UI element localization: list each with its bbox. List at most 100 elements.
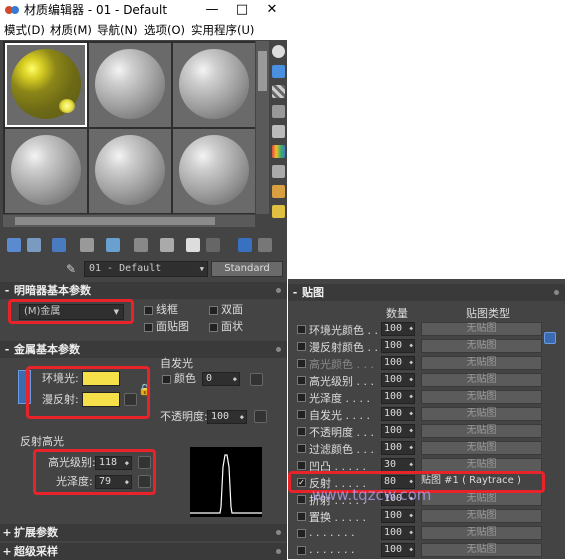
material-id-channel-icon[interactable]: [160, 238, 174, 252]
make-unique-icon[interactable]: [106, 238, 120, 252]
window-title: 材质编辑器 - 01 - Default: [24, 3, 168, 17]
sample-slot-1[interactable]: [5, 43, 87, 127]
map-slot-button[interactable]: 无贴图: [421, 407, 542, 421]
map-slot-button[interactable]: 无贴图: [421, 509, 542, 523]
map-slot-button[interactable]: 无贴图: [421, 373, 542, 387]
opacity-map-button[interactable]: [254, 410, 267, 423]
map-amount-spinner[interactable]: 100 ◆: [381, 543, 415, 557]
select-by-material-icon[interactable]: [272, 185, 285, 198]
close-button[interactable]: ✕: [257, 0, 287, 20]
make-preview-icon[interactable]: [272, 145, 285, 158]
map-enable-checkbox[interactable]: [297, 410, 306, 419]
map-amount-spinner[interactable]: 100 ◆: [381, 322, 415, 336]
sample-slot-2[interactable]: [89, 43, 171, 127]
sample-slot-4[interactable]: [5, 129, 87, 213]
menu-navigation[interactable]: 导航(N): [97, 20, 138, 40]
metal-rollout-header[interactable]: - 金属基本参数: [0, 341, 287, 358]
backlight-icon[interactable]: [272, 65, 285, 78]
map-slot-button[interactable]: 无贴图: [421, 492, 542, 506]
map-enable-checkbox[interactable]: [297, 342, 306, 351]
put-to-scene-icon[interactable]: [27, 238, 41, 252]
show-end-result-icon[interactable]: [206, 238, 220, 252]
maps-rollout-header[interactable]: - 贴图: [288, 284, 565, 301]
map-amount-spinner[interactable]: 100 ◆: [381, 441, 415, 455]
map-enable-checkbox[interactable]: [297, 512, 306, 521]
map-amount-spinner[interactable]: 100 ◆: [381, 424, 415, 438]
background-pattern-icon[interactable]: [272, 85, 285, 98]
material-type-button[interactable]: Standard: [211, 261, 283, 277]
map-slot-button[interactable]: 无贴图: [421, 458, 542, 472]
map-enable-checkbox[interactable]: [297, 444, 306, 453]
map-amount-spinner[interactable]: 100 ◆: [381, 509, 415, 523]
map-amount-spinner[interactable]: 100 ◆: [381, 356, 415, 370]
map-enable-checkbox[interactable]: [297, 529, 306, 538]
map-slot-button[interactable]: 无贴图: [421, 356, 542, 370]
reset-material-icon[interactable]: [80, 238, 94, 252]
map-row: 光泽度 . . . . 100 ◆ 无贴图: [288, 389, 565, 406]
map-enable-checkbox[interactable]: [297, 325, 306, 334]
maximize-button[interactable]: □: [227, 0, 257, 20]
map-slot-button[interactable]: 无贴图: [421, 322, 542, 336]
menu-options[interactable]: 选项(O): [144, 20, 185, 40]
put-to-library-icon[interactable]: [134, 238, 148, 252]
map-amount-spinner[interactable]: 100 ◆: [381, 339, 415, 353]
opacity-spinner[interactable]: 100 ◆: [207, 410, 247, 424]
map-enable-checkbox[interactable]: [297, 495, 306, 504]
sample-slot-5[interactable]: [89, 129, 171, 213]
menu-utilities[interactable]: 实用程序(U): [191, 20, 254, 40]
map-amount-spinner[interactable]: 100 ◆: [381, 373, 415, 387]
sample-slot-6[interactable]: [173, 129, 255, 213]
map-slot-button[interactable]: 无贴图: [421, 424, 542, 438]
extended-rollout-header[interactable]: + 扩展参数: [0, 524, 287, 541]
menu-material[interactable]: 材质(M): [50, 20, 92, 40]
map-amount-spinner[interactable]: 100 ◆: [381, 526, 415, 540]
sample-type-sphere-icon[interactable]: [272, 45, 285, 58]
map-slot-button[interactable]: 无贴图: [421, 441, 542, 455]
map-amount-spinner[interactable]: 100 ◆: [381, 407, 415, 421]
video-color-check-icon[interactable]: [272, 125, 285, 138]
options-icon[interactable]: [272, 165, 285, 178]
map-slot-button[interactable]: 无贴图: [421, 390, 542, 404]
slots-horizontal-scrollbar[interactable]: [3, 215, 255, 227]
sample-slot-3[interactable]: [173, 43, 255, 127]
self-illum-map-button[interactable]: [250, 373, 263, 386]
watermark: www.tqzcw.com: [312, 486, 432, 504]
shader-rollout-header[interactable]: - 明暗器基本参数: [0, 282, 287, 299]
slots-vertical-scrollbar[interactable]: [256, 41, 269, 214]
assign-to-selection-icon[interactable]: [52, 238, 66, 252]
amount-column-header: 数量: [386, 307, 408, 320]
highlight-ambient-diffuse: [26, 366, 150, 419]
supersampling-rollout-header[interactable]: + 超级采样: [0, 543, 287, 560]
self-illum-spinner[interactable]: 0 ◆: [202, 372, 240, 386]
eyedropper-icon[interactable]: ✎: [66, 262, 78, 276]
highlight-curve-graph: [190, 447, 262, 517]
map-enable-checkbox[interactable]: [297, 427, 306, 436]
material-preview-sphere: [179, 49, 249, 119]
map-enable-checkbox[interactable]: [297, 461, 306, 470]
map-slot-button[interactable]: 无贴图: [421, 543, 542, 557]
map-enable-checkbox[interactable]: [297, 376, 306, 385]
map-enable-checkbox[interactable]: [297, 359, 306, 368]
material-name-field[interactable]: 01 - Default ▼: [84, 261, 208, 277]
map-type-column-header: 贴图类型: [466, 307, 510, 320]
show-shaded-material-icon[interactable]: [186, 238, 200, 252]
go-to-parent-icon[interactable]: [238, 238, 252, 252]
go-forward-sibling-icon[interactable]: [258, 238, 272, 252]
wire-checkbox[interactable]: [144, 306, 153, 315]
minimize-button[interactable]: —: [197, 0, 227, 20]
map-enable-checkbox[interactable]: [297, 393, 306, 402]
uv-tiling-icon[interactable]: [272, 105, 285, 118]
self-illum-color-checkbox[interactable]: [162, 375, 171, 384]
face-map-checkbox[interactable]: [144, 323, 153, 332]
map-amount-spinner[interactable]: 30 ◆: [381, 458, 415, 472]
map-slot-button[interactable]: 无贴图: [421, 526, 542, 540]
material-map-navigator-icon[interactable]: [272, 205, 285, 218]
map-amount-spinner[interactable]: 100 ◆: [381, 390, 415, 404]
map-row: 不透明度 . . . 100 ◆ 无贴图: [288, 423, 565, 440]
map-enable-checkbox[interactable]: [297, 546, 306, 555]
faceted-checkbox[interactable]: [209, 323, 218, 332]
two-sided-checkbox[interactable]: [209, 306, 218, 315]
menu-mode[interactable]: 模式(D): [4, 20, 45, 40]
map-slot-button[interactable]: 无贴图: [421, 339, 542, 353]
get-material-icon[interactable]: [7, 238, 21, 252]
